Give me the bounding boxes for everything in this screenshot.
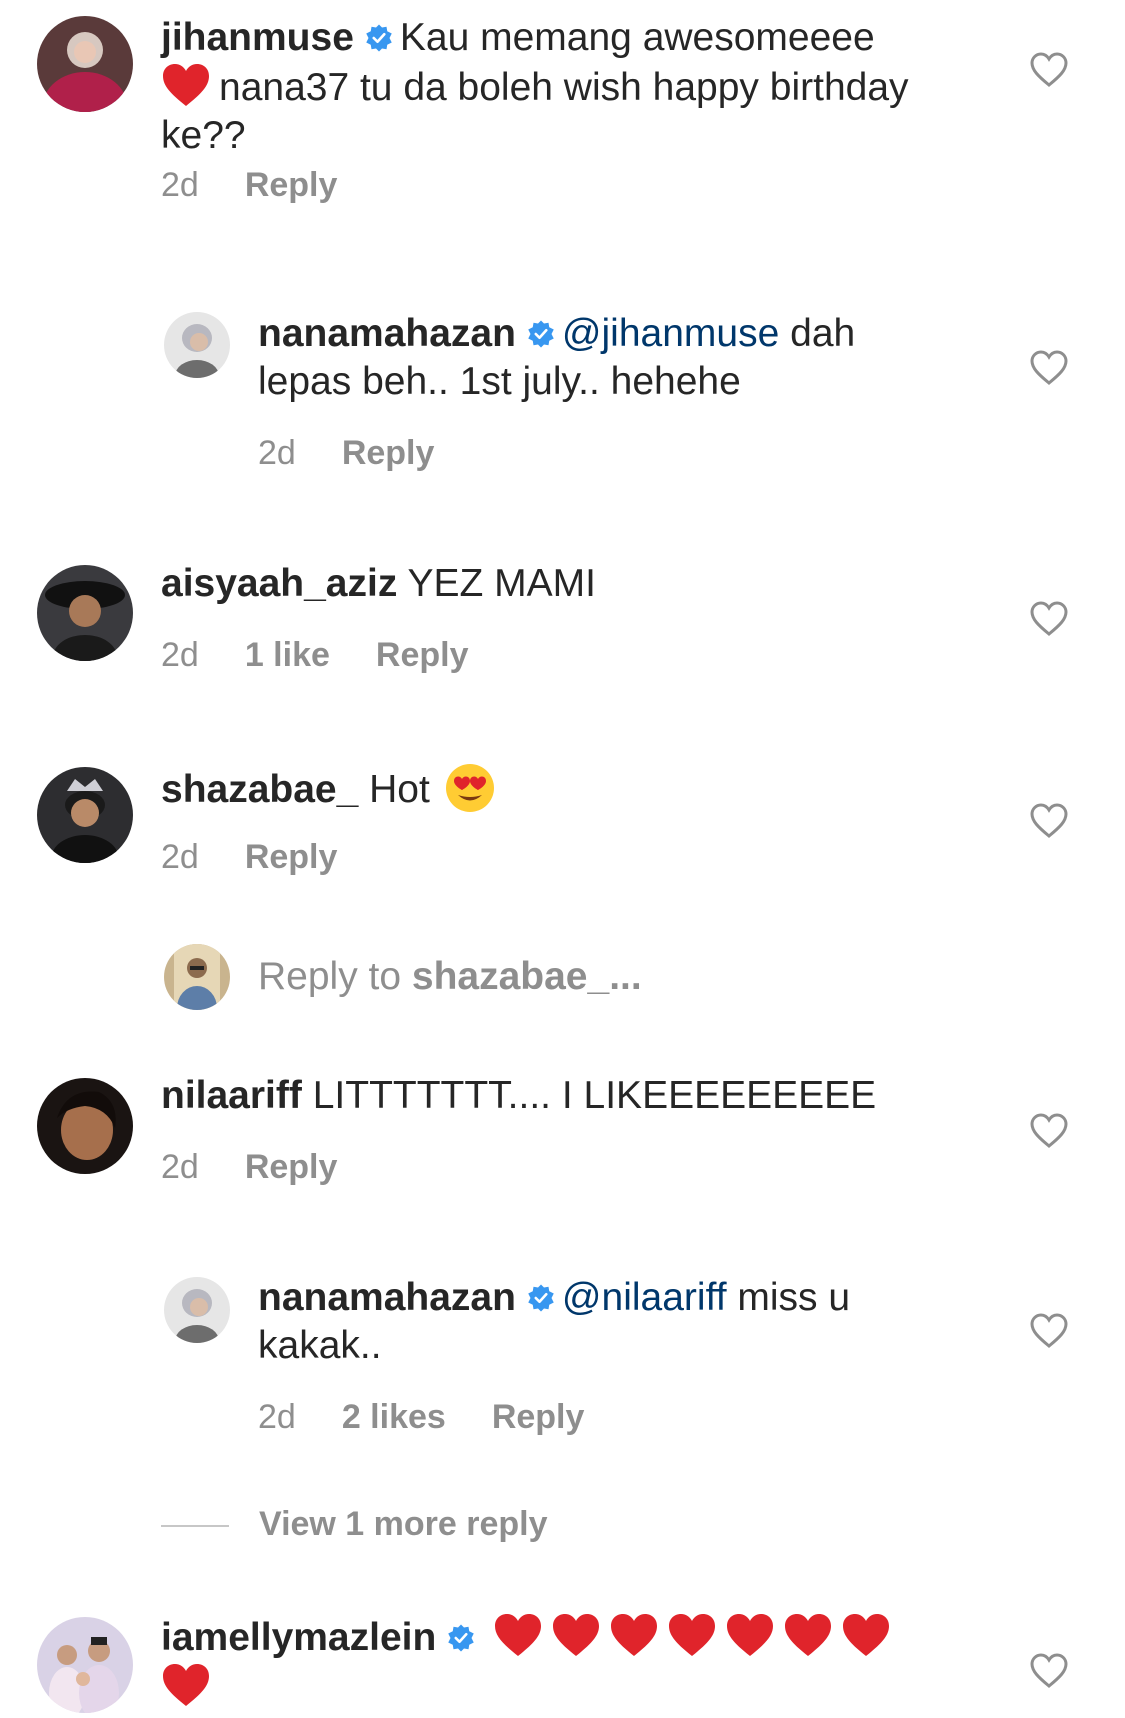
- comment-text: nanamahazan @nilaariff miss u kakak..: [258, 1274, 958, 1370]
- avatar[interactable]: [37, 1078, 133, 1174]
- timestamp: 2d: [258, 1398, 296, 1436]
- username[interactable]: aisyaah_aziz: [161, 562, 397, 605]
- comment-body: Kau memang awesomeeee: [399, 16, 875, 59]
- likes-count[interactable]: 2 likes: [342, 1398, 446, 1436]
- heart-eyes-emoji-icon: [445, 764, 494, 812]
- comment-meta: 2d Reply: [161, 837, 383, 877]
- view-more-label: View 1 more reply: [259, 1505, 548, 1543]
- username[interactable]: nilaariff: [161, 1074, 302, 1117]
- timestamp: 2d: [161, 636, 199, 674]
- comment-meta: 2d Reply: [161, 1147, 383, 1187]
- reply-input[interactable]: Reply to shazabae_...: [258, 953, 642, 1001]
- verified-badge-icon: [448, 1624, 475, 1652]
- username[interactable]: shazabae_: [161, 768, 358, 811]
- comment-meta: 2d 2 likes Reply: [258, 1397, 630, 1437]
- reply-button[interactable]: Reply: [492, 1398, 585, 1436]
- comment-body: YEZ MAMI: [407, 562, 596, 605]
- heart-outline-icon[interactable]: [1030, 52, 1068, 88]
- red-heart-emoji-icon: [163, 64, 209, 106]
- username[interactable]: nanamahazan: [258, 312, 516, 355]
- heart-outline-icon[interactable]: [1030, 350, 1068, 386]
- username[interactable]: iamellymazlein: [161, 1616, 436, 1659]
- red-heart-emoji-icon: [785, 1614, 832, 1656]
- username[interactable]: nanamahazan: [258, 1276, 516, 1319]
- comment-meta: 2d Reply: [258, 433, 480, 473]
- comment-text: aisyaah_aziz YEZ MAMI: [161, 560, 961, 608]
- comment-text: nilaariff LITTTTTTT.... I LIKEEEEEEEEE: [161, 1072, 961, 1120]
- mention-link[interactable]: @jihanmuse: [562, 312, 779, 355]
- comment-meta: 2d 1 like Reply: [161, 635, 515, 675]
- username[interactable]: jihanmuse: [161, 16, 354, 59]
- red-heart-emoji-icon: [163, 1664, 209, 1706]
- comment-body-cont: nana37 tu da boleh wish happy birthday k…: [161, 66, 909, 157]
- comment-meta: 2d Reply: [161, 165, 383, 205]
- red-heart-emoji-icon: [669, 1614, 716, 1656]
- avatar[interactable]: [37, 767, 133, 863]
- heart-outline-icon[interactable]: [1030, 803, 1068, 839]
- likes-count[interactable]: 1 like: [245, 636, 330, 674]
- comment-body: Hot: [369, 768, 430, 811]
- red-heart-emoji-icon: [553, 1614, 600, 1656]
- red-heart-emoji-icon: [611, 1614, 658, 1656]
- heart-outline-icon[interactable]: [1030, 601, 1068, 637]
- view-more-replies-button[interactable]: View 1 more reply: [161, 1505, 548, 1544]
- my-avatar: [164, 944, 230, 1010]
- verified-badge-icon: [366, 24, 392, 52]
- reply-input-placeholder: Reply to: [258, 955, 412, 998]
- avatar[interactable]: [37, 16, 133, 112]
- mention-link[interactable]: @nilaariff: [562, 1276, 727, 1319]
- timestamp: 2d: [161, 1148, 199, 1186]
- heart-outline-icon[interactable]: [1030, 1313, 1068, 1349]
- avatar[interactable]: [37, 1617, 133, 1713]
- comment-text: jihanmuse Kau memang awesomeeee nana37 tu…: [161, 14, 961, 160]
- heart-outline-icon[interactable]: [1030, 1113, 1068, 1149]
- red-heart-emoji-icon: [843, 1614, 890, 1656]
- timestamp: 2d: [161, 166, 199, 204]
- avatar[interactable]: [164, 312, 230, 378]
- verified-badge-icon: [528, 320, 554, 348]
- red-heart-emoji-icon: [495, 1614, 542, 1656]
- reply-button[interactable]: Reply: [245, 838, 338, 876]
- timestamp: 2d: [161, 838, 199, 876]
- avatar[interactable]: [37, 565, 133, 661]
- reply-button[interactable]: Reply: [245, 1148, 338, 1186]
- red-heart-emoji-icon: [727, 1614, 774, 1656]
- avatar[interactable]: [164, 1277, 230, 1343]
- timestamp: 2d: [258, 434, 296, 472]
- comment-text: shazabae_ Hot: [161, 762, 961, 814]
- reply-button[interactable]: Reply: [376, 636, 469, 674]
- comment-body: LITTTTTTT.... I LIKEEEEEEEEE: [312, 1074, 877, 1117]
- reply-input-target: shazabae_...: [411, 955, 642, 998]
- comment-text: iamellymazlein: [161, 1612, 961, 1712]
- reply-button[interactable]: Reply: [342, 434, 435, 472]
- heart-outline-icon[interactable]: [1030, 1653, 1068, 1689]
- reply-button[interactable]: Reply: [245, 166, 338, 204]
- comment-text: nanamahazan @jihanmuse dah lepas beh.. 1s…: [258, 310, 958, 406]
- verified-badge-icon: [528, 1284, 554, 1312]
- divider-line: [161, 1525, 229, 1528]
